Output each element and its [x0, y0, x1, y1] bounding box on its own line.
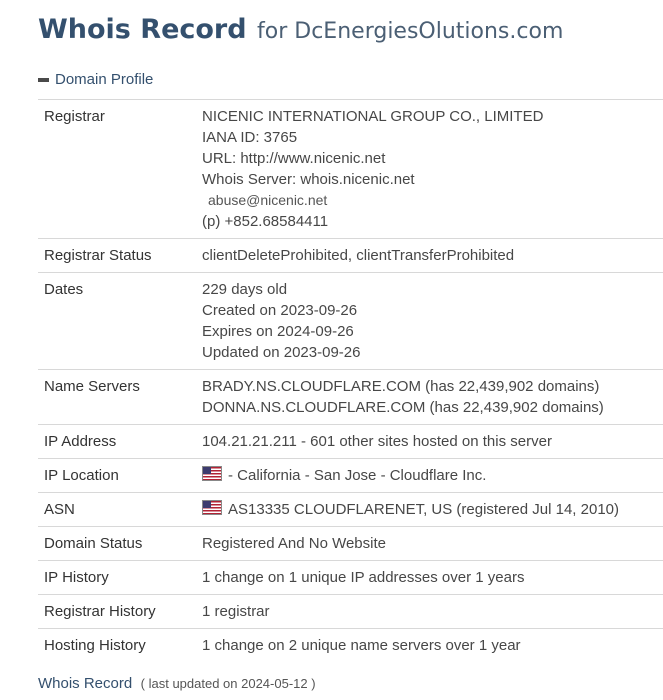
- updated-date: Updated on 2023-09-26: [202, 344, 361, 361]
- dates-value: 229 days old Created on 2023-09-26 Expir…: [190, 273, 663, 370]
- row-registrar-history: Registrar History 1 registrar: [38, 594, 663, 629]
- row-ip-location: IP Location - California - San Jose - Cl…: [38, 458, 663, 493]
- domain-profile-label[interactable]: Domain Profile: [55, 71, 153, 88]
- us-flag-icon: [202, 466, 222, 481]
- row-dates: Dates 229 days old Created on 2023-09-26…: [38, 272, 663, 370]
- row-ip-address: IP Address 104.21.21.211 - 601 other sit…: [38, 424, 663, 459]
- us-flag-icon: [202, 500, 222, 515]
- ip-location-cell: - California - San Jose - Cloudflare Inc…: [190, 459, 663, 493]
- iana-id: IANA ID: 3765: [202, 129, 298, 146]
- page-title-main: Whois Record: [38, 14, 247, 45]
- registrar-name: NICENIC INTERNATIONAL GROUP CO., LIMITED: [202, 108, 544, 125]
- asn-cell: AS13335 CLOUDFLARENET, US (registered Ju…: [190, 493, 663, 527]
- abuse-email: abuse@nicenic.net: [208, 192, 328, 208]
- row-label: Dates: [44, 281, 84, 298]
- ip-address-value: 104.21.21.211 - 601 other sites hosted o…: [202, 433, 552, 450]
- row-label: IP Address: [44, 433, 117, 450]
- row-label: IP Location: [44, 467, 119, 484]
- registrar-status-value: clientDeleteProhibited, clientTransferPr…: [202, 247, 515, 264]
- last-updated-note: ( last updated on 2024-05-12 ): [140, 676, 316, 691]
- row-label: Domain Status: [44, 535, 143, 552]
- row-label: IP History: [44, 569, 109, 586]
- name-server-2: DONNA.NS.CLOUDFLARE.COM (has 22,439,902 …: [202, 399, 604, 416]
- row-label: Registrar Status: [44, 247, 152, 264]
- page-title: Whois Record for DcEnergiesOlutions.com: [38, 14, 563, 45]
- created-date: Created on 2023-09-26: [202, 302, 358, 319]
- row-label: Name Servers: [44, 378, 140, 395]
- row-asn: ASN AS13335 CLOUDFLARENET, US (registere…: [38, 492, 663, 527]
- row-hosting-history: Hosting History 1 change on 2 unique nam…: [38, 628, 663, 663]
- registrar-details: NICENIC INTERNATIONAL GROUP CO., LIMITED…: [190, 100, 663, 239]
- domain-profile-table: Registrar NICENIC INTERNATIONAL GROUP CO…: [38, 99, 663, 662]
- whois-record-footer: Whois Record ( last updated on 2024-05-1…: [38, 675, 316, 693]
- hosting-history-value: 1 change on 2 unique name servers over 1…: [202, 637, 521, 654]
- row-ip-history: IP History 1 change on 1 unique IP addre…: [38, 560, 663, 595]
- row-label: Registrar: [44, 108, 105, 125]
- registrar-history-value: 1 registrar: [202, 603, 270, 620]
- row-registrar: Registrar NICENIC INTERNATIONAL GROUP CO…: [38, 99, 663, 239]
- ip-location-value: - California - San Jose - Cloudflare Inc…: [228, 467, 487, 484]
- row-registrar-status: Registrar Status clientDeleteProhibited,…: [38, 238, 663, 273]
- domain-status-value: Registered And No Website: [202, 535, 386, 552]
- row-name-servers: Name Servers BRADY.NS.CLOUDFLARE.COM (ha…: [38, 369, 663, 425]
- ip-history-value: 1 change on 1 unique IP addresses over 1…: [202, 569, 525, 586]
- whois-server: Whois Server: whois.nicenic.net: [202, 171, 415, 188]
- page-title-domain: for DcEnergiesOlutions.com: [257, 19, 564, 44]
- whois-record-heading: Whois Record: [38, 675, 133, 692]
- registrar-phone: (p) +852.68584411: [202, 213, 329, 230]
- domain-age: 229 days old: [202, 281, 288, 298]
- row-domain-status: Domain Status Registered And No Website: [38, 526, 663, 561]
- name-server-1: BRADY.NS.CLOUDFLARE.COM (has 22,439,902 …: [202, 378, 600, 395]
- row-label: ASN: [44, 501, 75, 518]
- name-servers-value: BRADY.NS.CLOUDFLARE.COM (has 22,439,902 …: [190, 370, 663, 425]
- domain-profile-toggle[interactable]: Domain Profile: [38, 71, 153, 88]
- whois-page: Whois Record for DcEnergiesOlutions.com …: [0, 0, 663, 700]
- asn-value: AS13335 CLOUDFLARENET, US (registered Ju…: [228, 501, 620, 518]
- row-label: Registrar History: [44, 603, 156, 620]
- registrar-url: URL: http://www.nicenic.net: [202, 150, 386, 167]
- expires-date: Expires on 2024-09-26: [202, 323, 354, 340]
- minus-icon[interactable]: [38, 77, 49, 82]
- row-label: Hosting History: [44, 637, 146, 654]
